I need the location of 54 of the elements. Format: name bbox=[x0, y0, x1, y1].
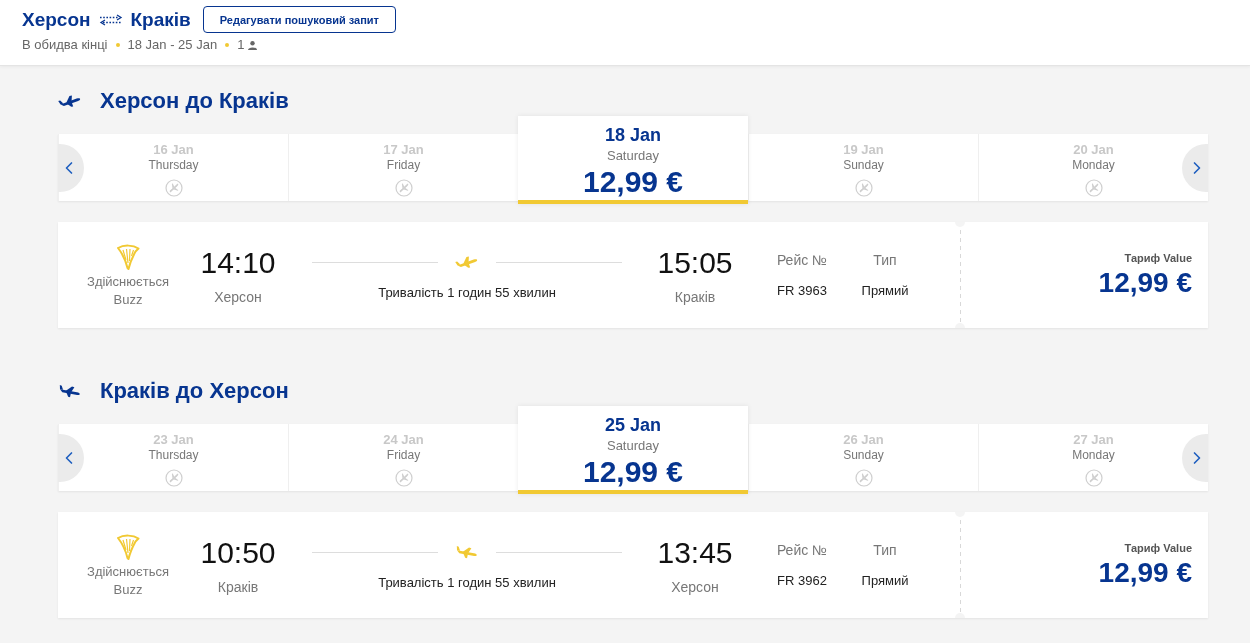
flight-type: Прямий bbox=[861, 573, 909, 589]
no-flights-icon bbox=[164, 469, 183, 487]
fare-price: 12,99 € bbox=[1098, 557, 1192, 589]
fare-name: Тариф Value bbox=[1124, 251, 1192, 265]
edit-search-button[interactable]: Редагувати пошуковий запит bbox=[202, 6, 396, 33]
section-title: Херсон до Краків bbox=[100, 87, 289, 115]
arrival-city: Херсон bbox=[671, 578, 719, 596]
plane-icon bbox=[454, 255, 480, 269]
operator-label: Здійснюється bbox=[87, 273, 169, 291]
section-title: Краків до Херсон bbox=[100, 377, 289, 405]
travel-dates: 18 Jan - 25 Jan bbox=[127, 36, 218, 54]
flight-type-label: Тип bbox=[873, 251, 897, 269]
no-flights-icon bbox=[854, 179, 873, 197]
swap-arrows-icon bbox=[98, 13, 123, 26]
no-flights-icon bbox=[854, 469, 873, 487]
departure-city: Краків bbox=[217, 578, 259, 596]
flight-number-label: Рейс № bbox=[776, 541, 828, 559]
bullet-icon bbox=[225, 43, 230, 47]
operator-name: Buzz bbox=[113, 291, 143, 309]
flight-number: FR 3963 bbox=[777, 283, 827, 299]
operator-name: Buzz bbox=[113, 581, 143, 599]
operator-label: Здійснюється bbox=[87, 563, 169, 581]
person-icon bbox=[248, 40, 258, 50]
harp-logo-icon bbox=[116, 534, 140, 560]
route-destination: Краків bbox=[130, 7, 191, 32]
route-origin: Херсон bbox=[22, 7, 91, 32]
date-tab[interactable]: 25 Jan Saturday 12,99 € bbox=[518, 406, 748, 494]
arrival-city: Краків bbox=[674, 288, 716, 306]
flight-number: FR 3962 bbox=[777, 573, 827, 589]
duration-text: Тривалість 1 годин 55 хвилин bbox=[378, 575, 556, 591]
passenger-count: 1 bbox=[237, 36, 245, 54]
plane-icon bbox=[58, 384, 82, 398]
harp-logo-icon bbox=[116, 244, 140, 270]
plane-icon bbox=[454, 545, 480, 559]
plane-icon bbox=[58, 94, 82, 108]
flight-type-label: Тип bbox=[873, 541, 897, 559]
fare-price: 12,99 € bbox=[1098, 267, 1192, 299]
flight-number-label: Рейс № bbox=[776, 251, 828, 269]
departure-time: 14:10 bbox=[200, 246, 276, 280]
bullet-icon bbox=[115, 43, 120, 47]
departure-city: Херсон bbox=[214, 288, 262, 306]
date-tab[interactable]: 18 Jan Saturday 12,99 € bbox=[518, 116, 748, 204]
flight-type: Прямий bbox=[861, 283, 909, 299]
arrival-time: 15:05 bbox=[657, 246, 733, 280]
departure-time: 10:50 bbox=[200, 536, 276, 570]
duration-text: Тривалість 1 годин 55 хвилин bbox=[378, 285, 556, 301]
no-flights-icon bbox=[164, 179, 183, 197]
no-flights-icon bbox=[1084, 469, 1103, 487]
no-flights-icon bbox=[1084, 179, 1103, 197]
arrival-time: 13:45 bbox=[657, 536, 733, 570]
no-flights-icon bbox=[394, 469, 413, 487]
no-flights-icon bbox=[394, 179, 413, 197]
trip-type: В обидва кінці bbox=[22, 36, 108, 54]
fare-name: Тариф Value bbox=[1124, 541, 1192, 555]
